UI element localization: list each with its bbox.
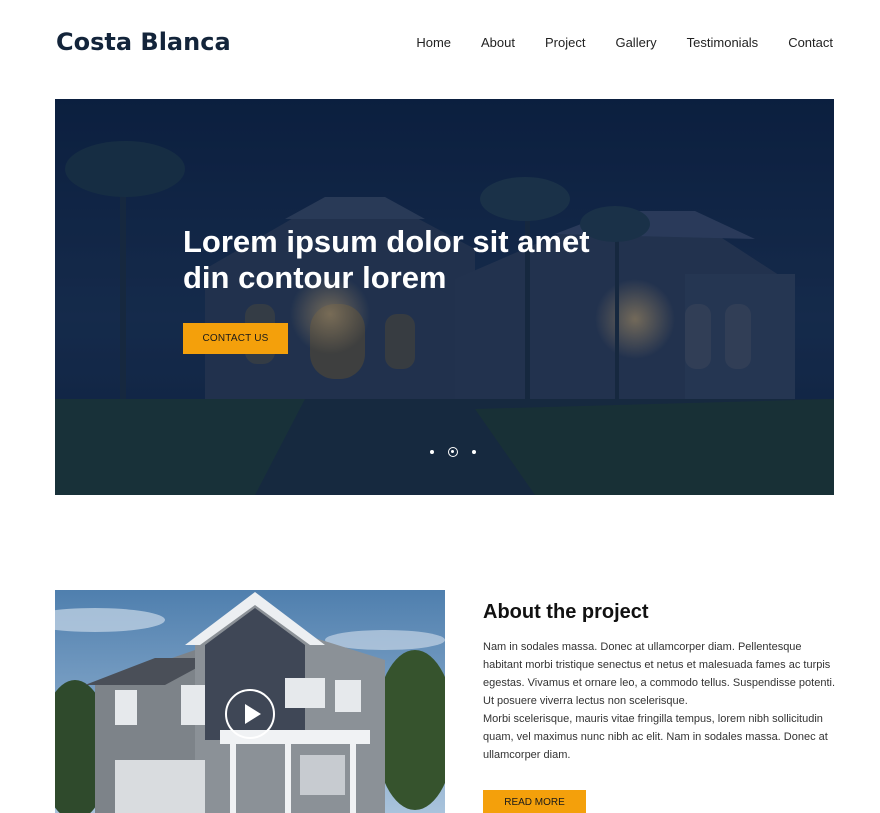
nav-project[interactable]: Project: [545, 35, 585, 50]
site-header: Costa Blanca Home About Project Gallery …: [0, 0, 880, 90]
about-title: About the project: [483, 601, 649, 623]
slider-pagination: [423, 447, 483, 457]
contact-us-button[interactable]: CONTACT US: [183, 323, 288, 354]
nav-about[interactable]: About: [481, 35, 515, 50]
slider-dot-3[interactable]: [472, 450, 476, 454]
main-nav: Home About Project Gallery Testimonials …: [386, 35, 833, 50]
nav-home[interactable]: Home: [416, 35, 451, 50]
slider-dot-1[interactable]: [430, 450, 434, 454]
nav-gallery[interactable]: Gallery: [615, 35, 656, 50]
read-more-button[interactable]: READ MORE: [483, 790, 586, 813]
play-icon[interactable]: [225, 689, 275, 739]
about-paragraph-2: Morbi scelerisque, mauris vitae fringill…: [483, 713, 828, 761]
nav-testimonials[interactable]: Testimonials: [687, 35, 759, 50]
hero-slider: Lorem ipsum dolor sit amet din contour l…: [55, 99, 834, 495]
site-logo[interactable]: Costa Blanca: [56, 28, 231, 56]
slider-dot-2[interactable]: [448, 447, 458, 457]
project-video-thumbnail[interactable]: [55, 590, 445, 813]
about-description: Nam in sodales massa. Donec at ullamcorp…: [483, 638, 835, 764]
about-paragraph-1: Nam in sodales massa. Donec at ullamcorp…: [483, 641, 835, 707]
hero-background-image: [55, 99, 834, 495]
hero-title: Lorem ipsum dolor sit amet din contour l…: [183, 224, 590, 295]
nav-contact[interactable]: Contact: [788, 35, 833, 50]
